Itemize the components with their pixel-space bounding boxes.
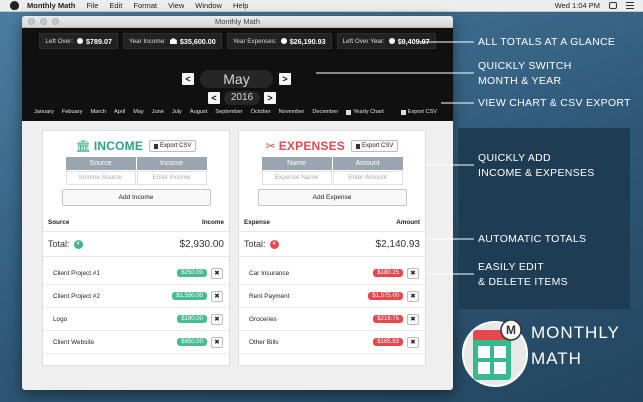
callout-switch-2: MONTH & YEAR <box>478 75 562 87</box>
brand-line-2: MATH <box>531 349 582 368</box>
callout-switch-1: QUICKLY SWITCH <box>478 60 572 72</box>
logo-badge-letter: M <box>506 323 516 337</box>
brand-line-1: MONTHLY <box>531 323 620 342</box>
callout-edit-1: EASILY EDIT <box>478 261 544 273</box>
callout-edit-2: & DELETE ITEMS <box>478 276 568 288</box>
callout-add-1: QUICKLY ADD <box>478 152 551 164</box>
brand-wordmark: MONTHLY MATH <box>531 320 620 372</box>
callout-add-2: INCOME & EXPENSES <box>478 167 595 179</box>
callout-chart: VIEW CHART & CSV EXPORT <box>478 97 631 109</box>
callout-totals: ALL TOTALS AT A GLANCE <box>478 36 616 48</box>
callout-auto-totals: AUTOMATIC TOTALS <box>478 233 587 245</box>
